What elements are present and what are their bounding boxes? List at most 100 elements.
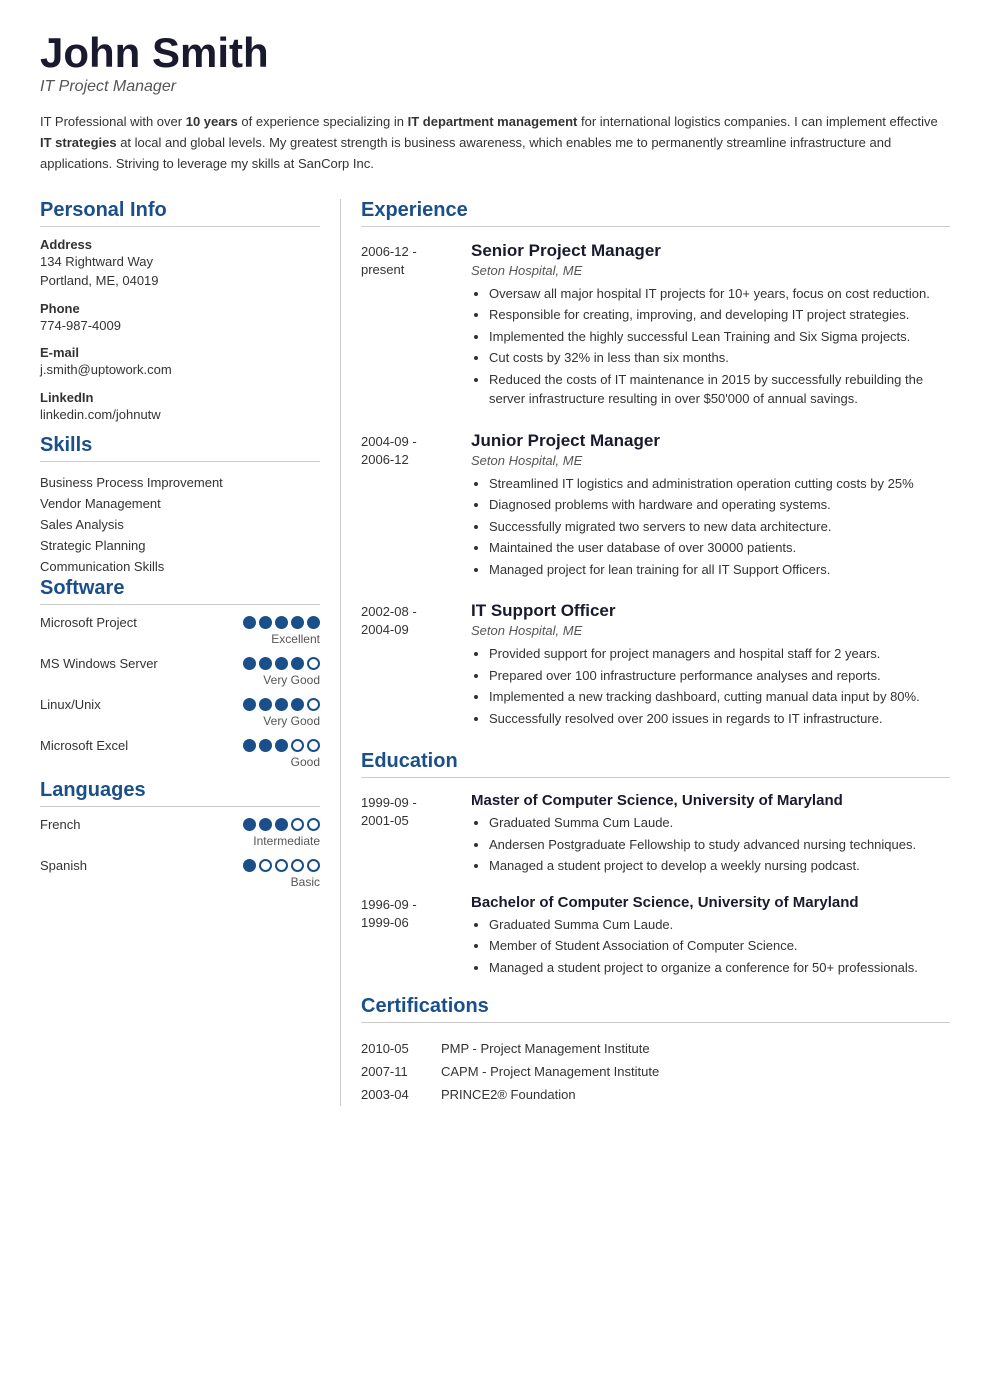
- experience-entry: 2002-08 -2004-09 IT Support Officer Seto…: [361, 601, 950, 730]
- personal-info-title: Personal Info: [40, 199, 320, 227]
- edu-date: 1996-09 -1999-06: [361, 894, 471, 980]
- linkedin-value: linkedin.com/johnutw: [40, 405, 320, 425]
- skill-item: Business Process Improvement: [40, 472, 320, 493]
- cert-row: 2010-05 PMP - Project Management Institu…: [361, 1037, 950, 1060]
- dot-empty: [307, 818, 320, 831]
- candidate-title: IT Project Manager: [40, 78, 950, 96]
- dot-filled: [307, 616, 320, 629]
- exp-bullets: Oversaw all major hospital IT projects f…: [471, 284, 950, 409]
- software-rating: Very Good: [40, 673, 320, 687]
- linkedin-label: LinkedIn: [40, 390, 320, 405]
- cert-date: 2007-11: [361, 1060, 441, 1083]
- email-group: E-mail j.smith@uptowork.com: [40, 345, 320, 380]
- skill-item: Communication Skills: [40, 556, 320, 577]
- dot-empty: [307, 739, 320, 752]
- dot-empty: [307, 657, 320, 670]
- education-entry: 1999-09 -2001-05 Master of Computer Scie…: [361, 792, 950, 878]
- certifications-title: Certifications: [361, 995, 950, 1023]
- experience-entry: 2006-12 -present Senior Project Manager …: [361, 241, 950, 411]
- dot-filled: [243, 859, 256, 872]
- exp-date: 2006-12 -present: [361, 241, 471, 411]
- skill-item: Strategic Planning: [40, 535, 320, 556]
- cert-row: 2007-11 CAPM - Project Management Instit…: [361, 1060, 950, 1083]
- edu-bullet: Managed a student project to develop a w…: [489, 856, 950, 876]
- dot-filled: [259, 616, 272, 629]
- dot-filled: [243, 818, 256, 831]
- dot-empty: [307, 698, 320, 711]
- rating-dots: [243, 657, 320, 670]
- skill-item: Vendor Management: [40, 493, 320, 514]
- exp-bullet: Diagnosed problems with hardware and ope…: [489, 495, 950, 515]
- edu-content: Bachelor of Computer Science, University…: [471, 894, 950, 980]
- summary-section: IT Professional with over 10 years of ex…: [40, 112, 950, 174]
- language-item: Spanish Basic: [40, 858, 320, 889]
- language-name: Spanish: [40, 858, 87, 873]
- exp-bullet: Cut costs by 32% in less than six months…: [489, 348, 950, 368]
- software-title: Software: [40, 577, 320, 605]
- email-value: j.smith@uptowork.com: [40, 360, 320, 380]
- address-label: Address: [40, 237, 320, 252]
- exp-bullet: Streamlined IT logistics and administrat…: [489, 474, 950, 494]
- rating-dots: [243, 698, 320, 711]
- software-name: MS Windows Server: [40, 656, 158, 671]
- cert-row: 2003-04 PRINCE2® Foundation: [361, 1083, 950, 1106]
- dot-filled: [275, 739, 288, 752]
- dot-filled: [291, 657, 304, 670]
- edu-bullet: Graduated Summa Cum Laude.: [489, 915, 950, 935]
- exp-bullets: Provided support for project managers an…: [471, 644, 950, 728]
- dot-filled: [259, 698, 272, 711]
- phone-value: 774-987-4009: [40, 316, 320, 336]
- exp-date: 2002-08 -2004-09: [361, 601, 471, 730]
- experience-section: Experience 2006-12 -present Senior Proje…: [361, 199, 950, 731]
- software-name: Linux/Unix: [40, 697, 101, 712]
- dot-filled: [243, 698, 256, 711]
- edu-date: 1999-09 -2001-05: [361, 792, 471, 878]
- dot-filled: [275, 818, 288, 831]
- exp-bullet: Responsible for creating, improving, and…: [489, 305, 950, 325]
- email-label: E-mail: [40, 345, 320, 360]
- exp-bullet: Provided support for project managers an…: [489, 644, 950, 664]
- edu-bullet: Member of Student Association of Compute…: [489, 936, 950, 956]
- dot-empty: [291, 739, 304, 752]
- education-section: Education 1999-09 -2001-05 Master of Com…: [361, 750, 950, 979]
- edu-bullet: Graduated Summa Cum Laude.: [489, 813, 950, 833]
- exp-bullet: Prepared over 100 infrastructure perform…: [489, 666, 950, 686]
- software-item: Linux/Unix Very Good: [40, 697, 320, 728]
- edu-degree: Bachelor of Computer Science, University…: [471, 894, 950, 911]
- dot-filled: [291, 698, 304, 711]
- languages-section: Languages French Intermediate Spani: [40, 779, 320, 889]
- exp-bullet: Reduced the costs of IT maintenance in 2…: [489, 370, 950, 409]
- skill-item: Sales Analysis: [40, 514, 320, 535]
- exp-content: IT Support Officer Seton Hospital, ME Pr…: [471, 601, 950, 730]
- experience-title: Experience: [361, 199, 950, 227]
- edu-bullet: Andersen Postgraduate Fellowship to stud…: [489, 835, 950, 855]
- language-name: French: [40, 817, 80, 832]
- rating-dots: [243, 616, 320, 629]
- language-rating: Intermediate: [40, 834, 320, 848]
- software-name: Microsoft Project: [40, 615, 137, 630]
- right-column: Experience 2006-12 -present Senior Proje…: [340, 199, 950, 1107]
- languages-title: Languages: [40, 779, 320, 807]
- dot-filled: [259, 739, 272, 752]
- exp-bullet: Managed project for lean training for al…: [489, 560, 950, 580]
- dot-filled: [259, 657, 272, 670]
- language-rating: Basic: [40, 875, 320, 889]
- candidate-name: John Smith: [40, 30, 950, 76]
- dot-filled: [291, 616, 304, 629]
- dot-filled: [275, 657, 288, 670]
- experience-entry: 2004-09 -2006-12 Junior Project Manager …: [361, 431, 950, 582]
- exp-bullet: Oversaw all major hospital IT projects f…: [489, 284, 950, 304]
- dot-empty: [291, 818, 304, 831]
- certifications-section: Certifications 2010-05 PMP - Project Man…: [361, 995, 950, 1106]
- exp-company: Seton Hospital, ME: [471, 263, 950, 278]
- address-group: Address 134 Rightward WayPortland, ME, 0…: [40, 237, 320, 291]
- main-content: Personal Info Address 134 Rightward WayP…: [40, 199, 950, 1107]
- exp-company: Seton Hospital, ME: [471, 453, 950, 468]
- dot-filled: [259, 818, 272, 831]
- dot-filled: [243, 739, 256, 752]
- personal-info-section: Personal Info Address 134 Rightward WayP…: [40, 199, 320, 425]
- exp-bullet: Implemented the highly successful Lean T…: [489, 327, 950, 347]
- edu-bullets: Graduated Summa Cum Laude. Andersen Post…: [471, 813, 950, 876]
- address-value: 134 Rightward WayPortland, ME, 04019: [40, 252, 320, 291]
- dot-empty: [275, 859, 288, 872]
